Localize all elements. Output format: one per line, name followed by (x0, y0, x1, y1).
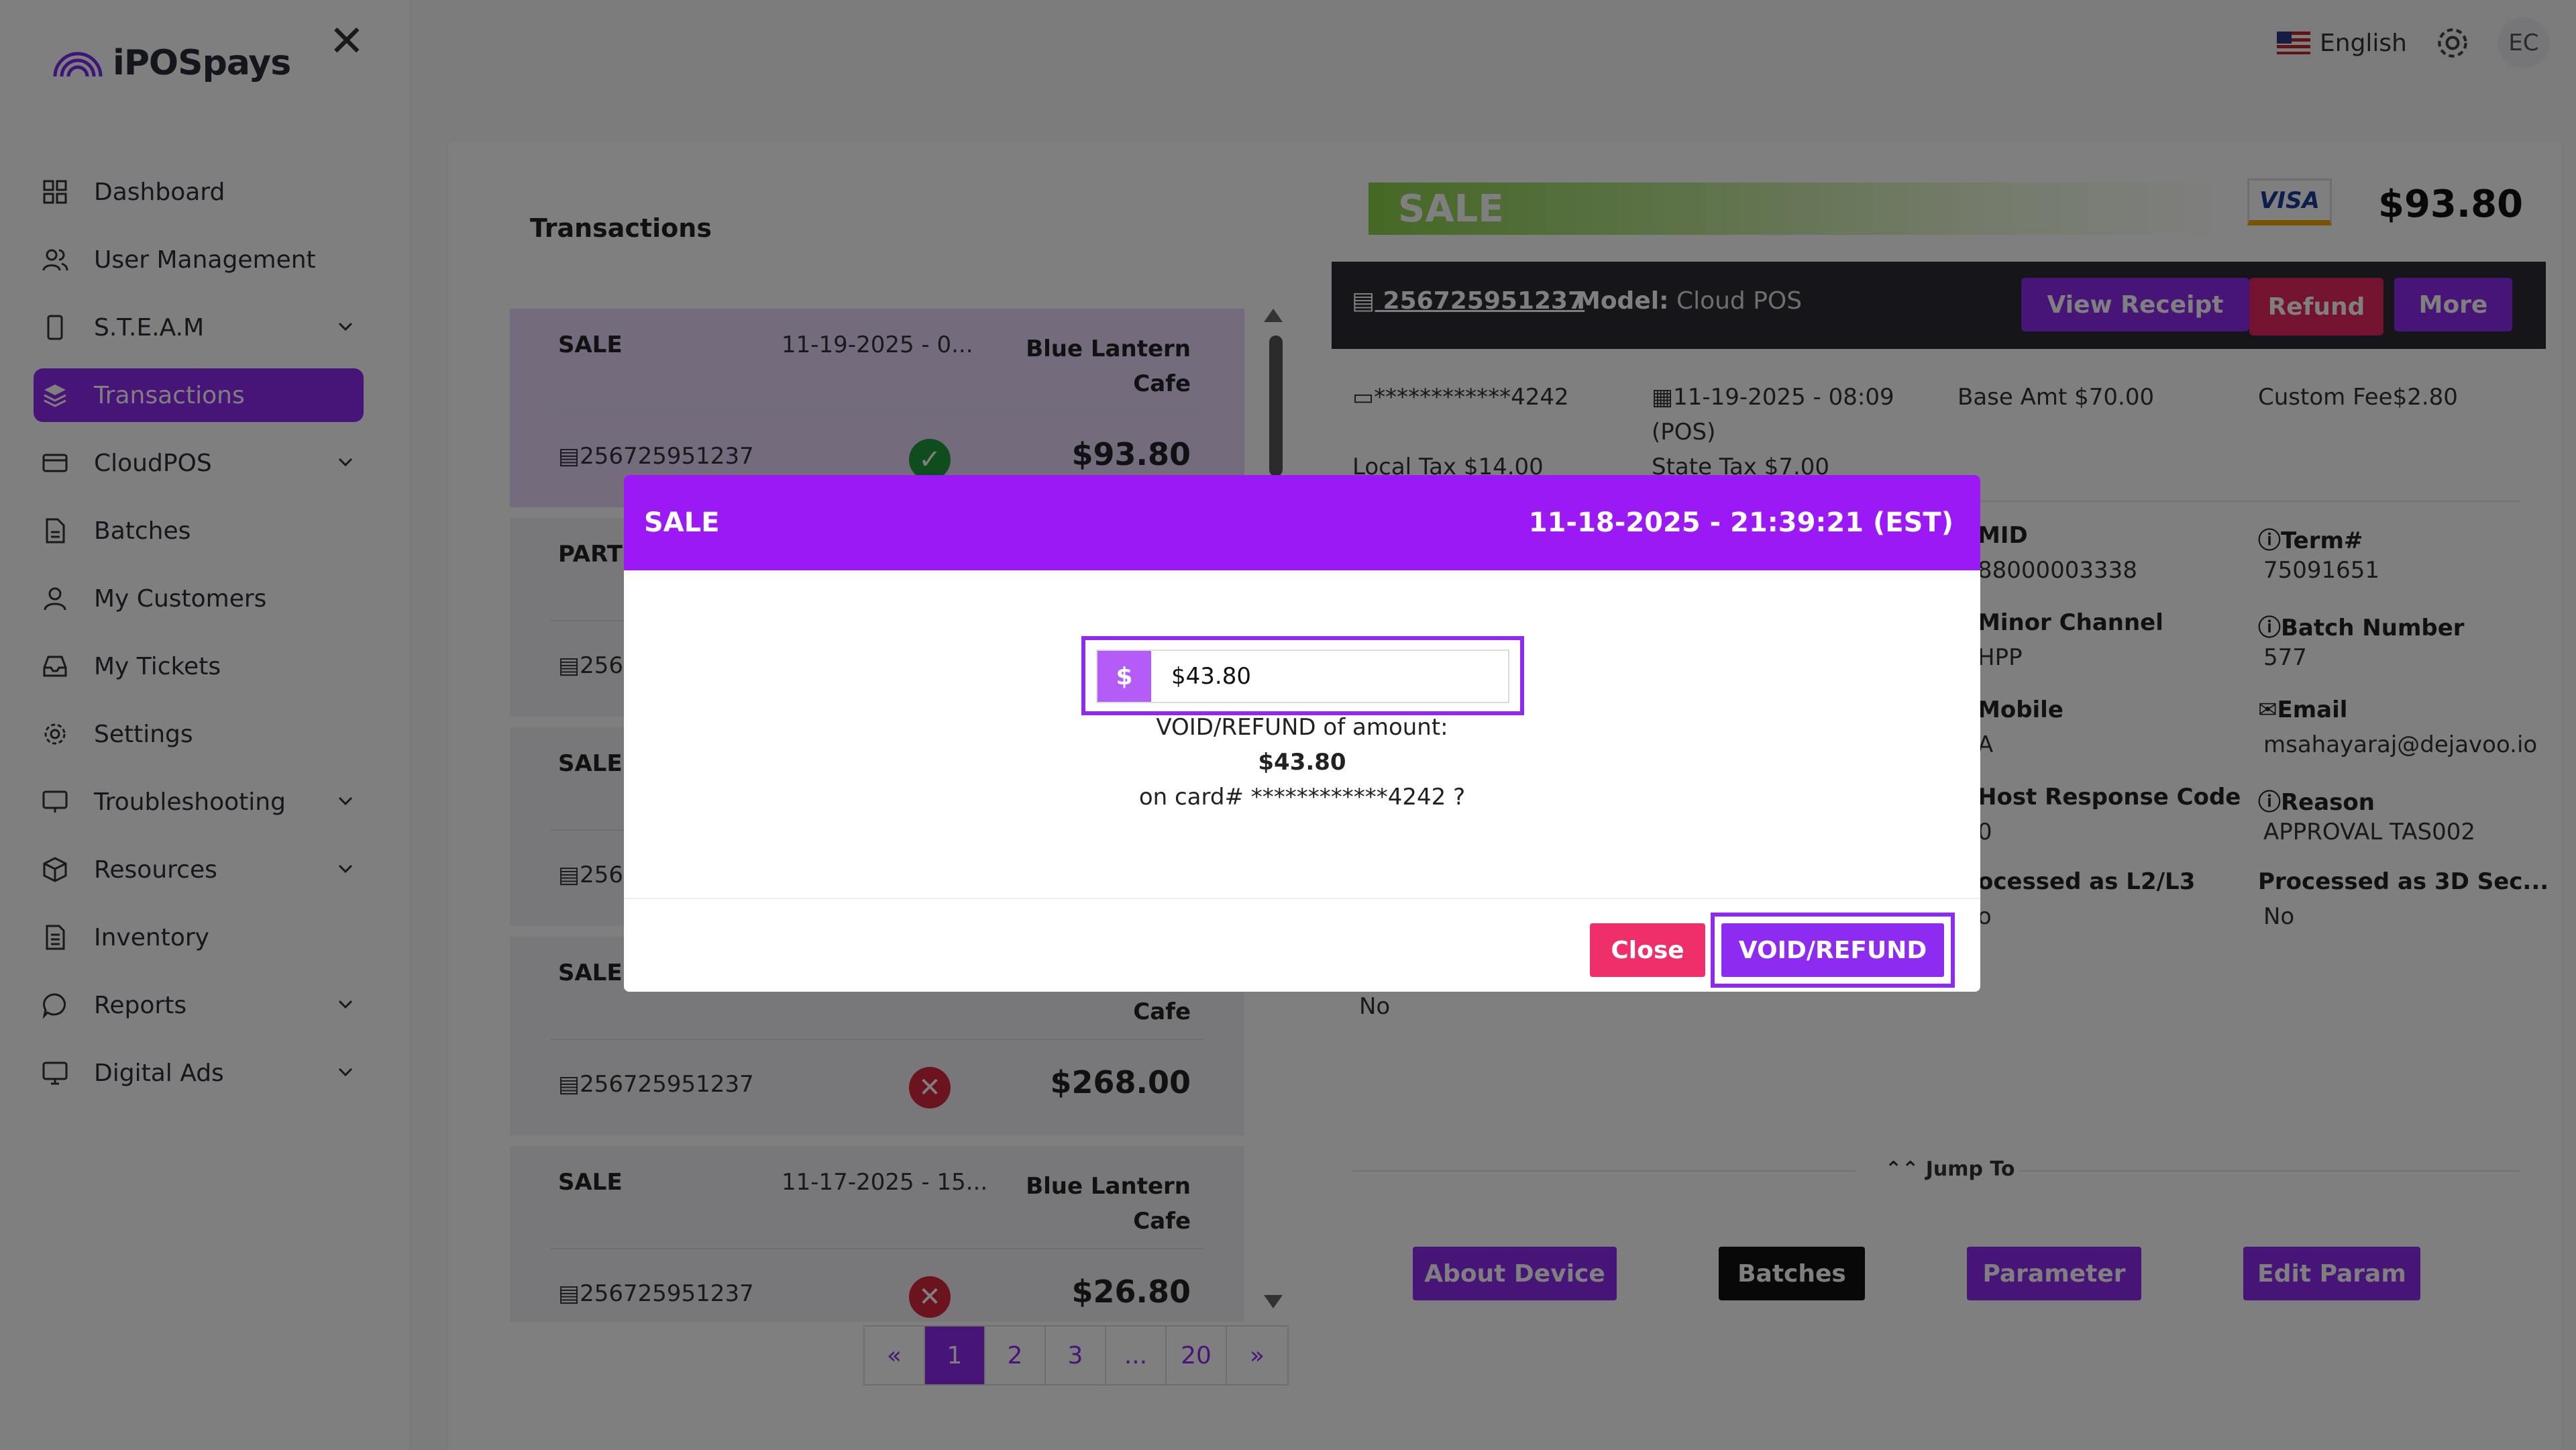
amount-input[interactable] (1151, 651, 1508, 702)
amount-field-highlight: $ (1081, 636, 1524, 715)
dollar-icon: $ (1097, 651, 1151, 702)
void-refund-highlight: VOID/REFUND (1711, 913, 1955, 988)
void-refund-modal: SALE 11-18-2025 - 21:39:21 (EST) $ VOID/… (624, 475, 1980, 992)
modal-header: SALE 11-18-2025 - 21:39:21 (EST) (624, 475, 1980, 570)
divider (624, 898, 1980, 899)
confirm-line-1: VOID/REFUND of amount: (1156, 714, 1448, 741)
confirm-line-2: $43.80 (1258, 749, 1346, 776)
modal-title: SALE (644, 507, 720, 538)
confirm-line-3: on card# ************4242 ? (1138, 784, 1466, 811)
void-refund-button[interactable]: VOID/REFUND (1721, 923, 1944, 977)
amount-field: $ (1096, 650, 1509, 703)
close-button[interactable]: Close (1590, 923, 1705, 977)
modal-datetime: 11-18-2025 - 21:39:21 (EST) (1528, 507, 1953, 538)
